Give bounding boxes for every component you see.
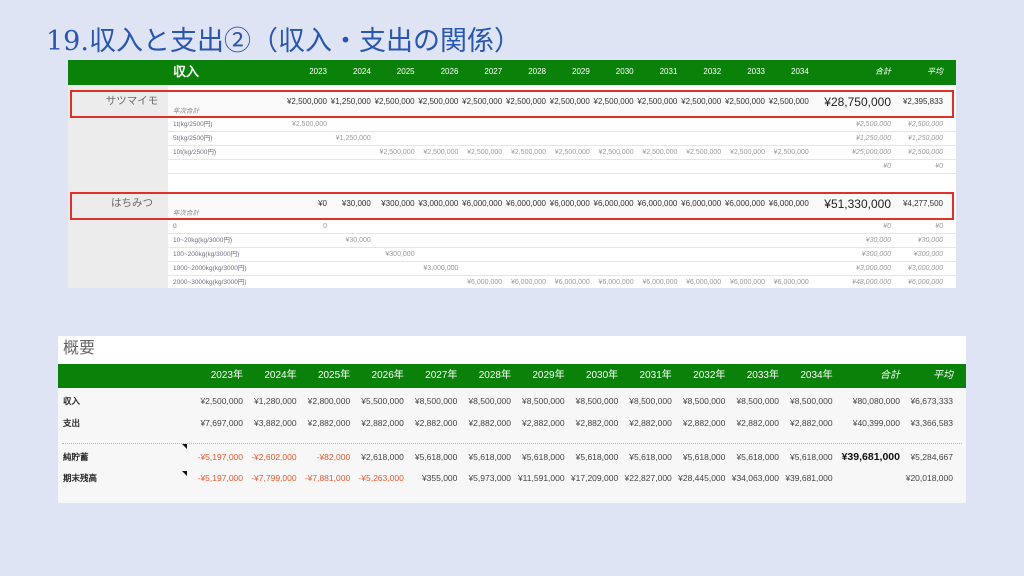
year-header: 2033 [747, 67, 765, 76]
row-average: ¥0 [935, 223, 943, 230]
row-average: ¥6,000,000 [907, 279, 943, 286]
row-average: ¥20,018,000 [905, 473, 953, 483]
year-header: 2026年 [371, 370, 404, 381]
year-header: 2033年 [746, 370, 779, 381]
row-average: ¥2,500,000 [907, 149, 943, 156]
summary-total: ¥51,330,000 [824, 197, 891, 211]
row-value: ¥6,000,000 [773, 279, 809, 286]
row-average: ¥5,284,667 [910, 452, 953, 462]
row-label: 収入 [63, 396, 81, 406]
year-header: 2025年 [317, 370, 351, 381]
row-value [749, 262, 809, 276]
row-value [749, 234, 809, 248]
average-header: 平均 [933, 370, 953, 381]
total-header: 合計 [880, 370, 900, 381]
row-value [749, 220, 809, 234]
year-header: 2032年 [693, 370, 726, 381]
section-name: サツマイモ [105, 95, 159, 107]
year-header: 2034年 [800, 370, 833, 381]
row-total: ¥30,000 [865, 237, 891, 244]
row-total: ¥300,000 [861, 251, 891, 258]
year-header: 2030 [615, 67, 634, 76]
income-header-label: 収入 [173, 64, 200, 79]
summary-title: 概要 [63, 340, 96, 357]
row-separator [62, 443, 962, 444]
year-header: 2027年 [425, 370, 458, 381]
row-average: ¥30,000 [917, 237, 943, 244]
year-header: 2024 [353, 67, 371, 76]
year-header: 2031年 [639, 370, 672, 381]
row-average: ¥1,250,000 [907, 135, 943, 142]
section-name: はちみつ [111, 197, 153, 209]
year-header: 2023年 [210, 370, 243, 381]
year-header: 2031 [659, 67, 678, 76]
year-header: 2025 [396, 67, 415, 76]
year-header: 2030年 [585, 370, 619, 381]
row-value: ¥2,500,000 [773, 149, 809, 156]
year-header: 2029 [572, 67, 590, 76]
section-label-column [68, 85, 168, 288]
row-total: ¥1,250,000 [855, 135, 891, 142]
row-value [749, 132, 809, 146]
year-header: 2027 [484, 67, 503, 76]
row-value [749, 118, 809, 132]
row-average: ¥2,500,000 [907, 121, 943, 128]
year-header: 2029年 [532, 370, 565, 381]
row-total: ¥2,500,000 [855, 121, 891, 128]
row-value [749, 160, 809, 174]
row-label: 支出 [63, 418, 81, 428]
row-label: 純貯蓄 [63, 452, 89, 462]
summary-average: ¥2,395,833 [902, 97, 943, 106]
row-value [749, 248, 809, 262]
row-average: ¥6,673,333 [910, 396, 953, 406]
summary-average: ¥4,277,500 [902, 199, 943, 208]
row-average: ¥300,000 [913, 251, 943, 258]
summary-total: ¥28,750,000 [824, 95, 891, 109]
slide-title: 19.収入と支出②（収入・支出の関係） [46, 26, 521, 57]
row-total: ¥25,000,000 [852, 149, 891, 156]
summary-table: 概要 2023年 2024年 2025年 2026年 2027年 2028年 2029年 20… [58, 336, 966, 503]
row-total: ¥0 [883, 163, 891, 170]
average-header: 平均 [927, 67, 943, 76]
row-label: 期末残高 [63, 473, 98, 483]
row-average: ¥3,366,583 [910, 418, 953, 428]
row-average: ¥3,000,000 [907, 265, 943, 272]
row-total: ¥48,000,000 [852, 279, 891, 286]
year-header: 2024年 [264, 370, 297, 381]
row-average: ¥0 [935, 163, 943, 170]
income-table: 収入 2023 2024 2025 2026 2027 2028 2029 2030 2031 2… [68, 60, 956, 288]
row-total: ¥3,000,000 [855, 265, 891, 272]
year-header: 2028 [528, 67, 546, 76]
row-total: ¥0 [883, 223, 891, 230]
year-header: 2023 [309, 67, 327, 76]
year-header: 2032 [703, 67, 722, 76]
year-header: 2028年 [478, 370, 511, 381]
year-header: 2034 [791, 67, 809, 76]
total-header: 合計 [875, 67, 891, 76]
year-header: 2026 [440, 67, 459, 76]
slide: 19.収入と支出②（収入・支出の関係） 収入 2023 2024 2025 2026 2… [0, 0, 1024, 576]
